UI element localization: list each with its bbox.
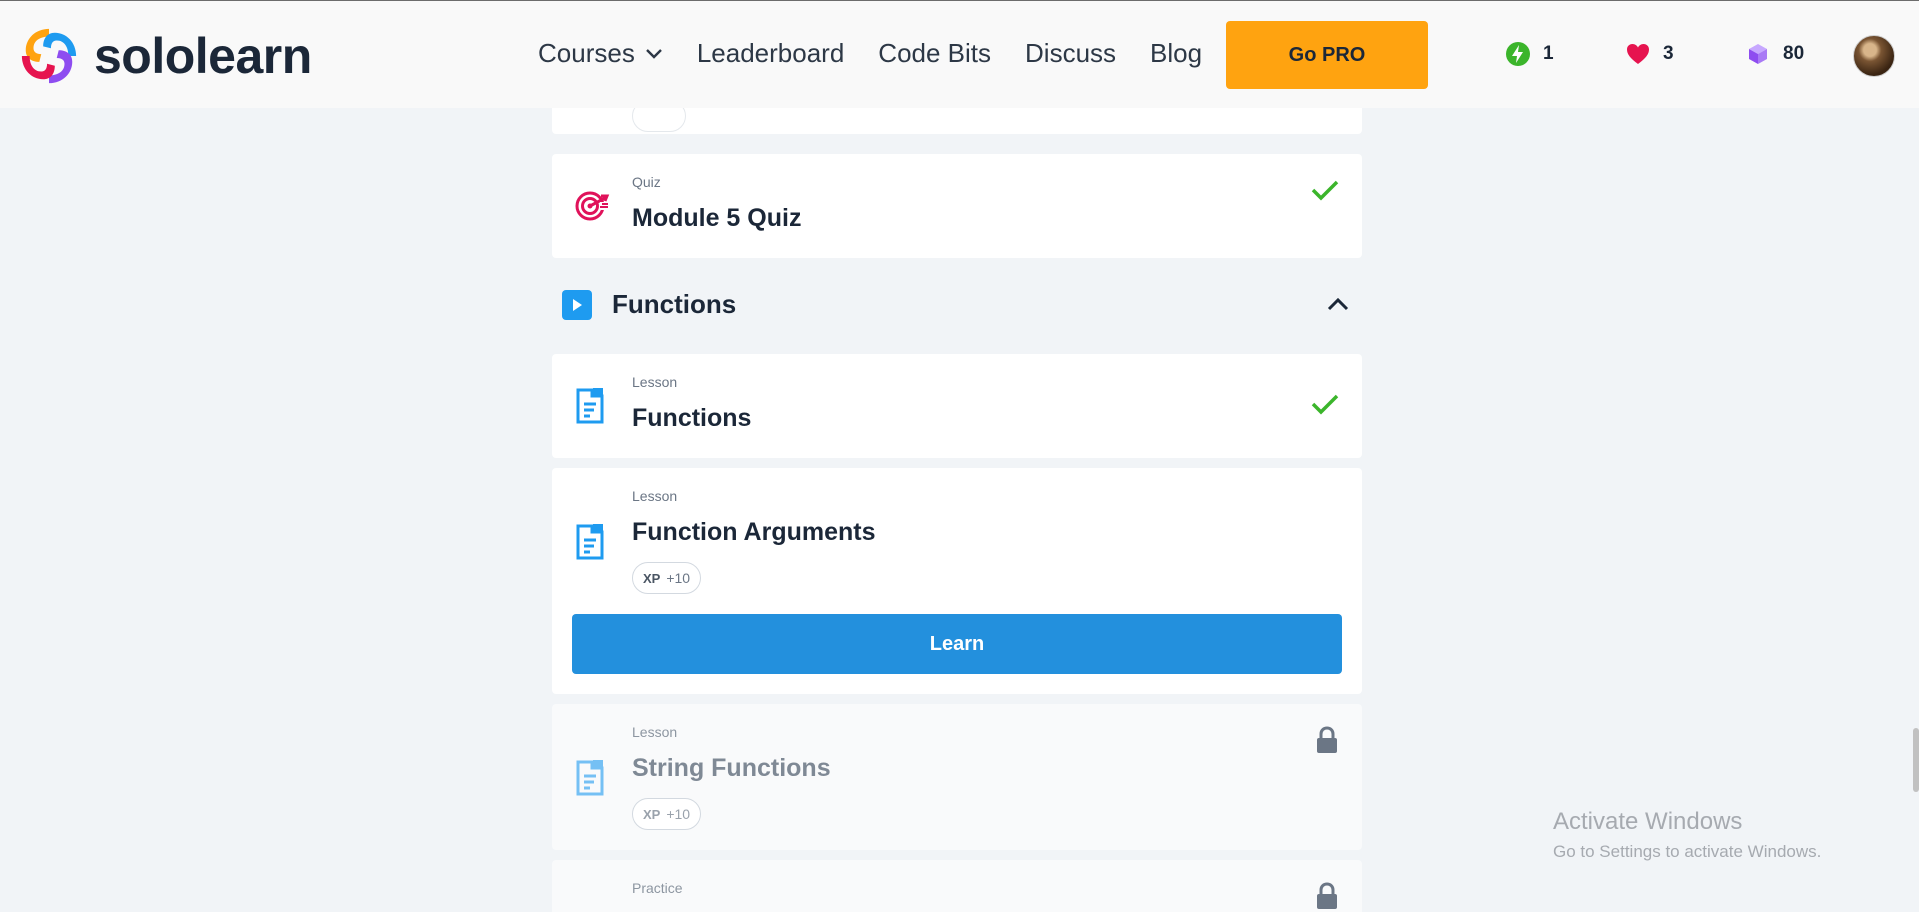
xp-label: XP: [643, 570, 661, 586]
target-icon: [575, 191, 610, 221]
lesson-card[interactable]: Lesson Functions: [552, 354, 1362, 458]
lock-icon: [1317, 882, 1337, 909]
document-icon: [576, 760, 604, 796]
item-kind: Lesson: [632, 724, 678, 740]
bits-count: 80: [1783, 43, 1805, 64]
cube-icon: [1749, 44, 1767, 64]
section-header[interactable]: Functions: [552, 275, 1362, 335]
streak-counter[interactable]: 1: [1505, 41, 1554, 67]
lightning-icon: [1506, 42, 1530, 66]
xp-label: XP: [643, 806, 661, 822]
item-title: Function Arguments: [632, 518, 876, 546]
xp-badge: XP +10: [632, 562, 702, 594]
top-navbar: sololearn Courses Leaderboard Code Bits …: [0, 0, 1919, 108]
nav-courses[interactable]: Courses: [538, 38, 663, 69]
nav-blog[interactable]: Blog: [1150, 38, 1202, 69]
lock-icon: [1317, 726, 1337, 753]
go-pro-button[interactable]: Go PRO: [1226, 21, 1428, 89]
streak-count: 1: [1543, 43, 1554, 64]
page-scrollbar[interactable]: [1913, 728, 1919, 792]
nav-code-bits[interactable]: Code Bits: [878, 38, 991, 69]
chevron-down-icon: [645, 48, 662, 59]
item-kind: Quiz: [632, 174, 661, 190]
checkmark-icon: [1311, 180, 1339, 201]
item-title: String Functions: [632, 754, 831, 782]
nav-discuss[interactable]: Discuss: [1025, 38, 1116, 69]
heart-icon: [1627, 44, 1649, 64]
xp-value: +10: [666, 806, 691, 822]
avatar[interactable]: [1853, 35, 1895, 77]
xp-value: +10: [666, 570, 691, 586]
nav-courses-label: Courses: [538, 38, 635, 68]
brand-name: sololearn: [94, 28, 312, 84]
course-module-list: Quiz Module 5 Quiz Functions Lesson Func…: [552, 0, 1362, 912]
chevron-up-icon[interactable]: [1326, 295, 1350, 313]
hearts-counter[interactable]: 3: [1625, 41, 1674, 67]
locked-practice-card[interactable]: Practice: [552, 860, 1362, 912]
locked-lesson-card[interactable]: Lesson String Functions XP +10: [552, 704, 1362, 850]
logo[interactable]: sololearn: [18, 25, 312, 87]
watermark-title: Activate Windows: [1553, 808, 1743, 835]
item-title: Module 5 Quiz: [632, 204, 802, 232]
quiz-card[interactable]: Quiz Module 5 Quiz: [552, 154, 1362, 258]
checkmark-icon: [1311, 394, 1339, 415]
nav-leaderboard[interactable]: Leaderboard: [697, 38, 844, 69]
section-title: Functions: [612, 289, 737, 319]
windows-activation-watermark: Activate Windows Go to Settings to activ…: [1553, 808, 1821, 862]
item-title: Functions: [632, 404, 752, 432]
learn-button[interactable]: Learn: [572, 614, 1342, 674]
document-icon: [576, 524, 604, 560]
sololearn-logo-icon: [21, 28, 77, 84]
item-kind: Lesson: [632, 374, 678, 390]
current-lesson-card[interactable]: Lesson Function Arguments XP +10 Learn: [552, 468, 1362, 694]
play-icon: [562, 290, 592, 320]
hearts-count: 3: [1663, 43, 1674, 64]
item-kind: Lesson: [632, 488, 678, 504]
item-kind: Practice: [632, 880, 683, 896]
watermark-subtitle: Go to Settings to activate Windows.: [1553, 842, 1822, 861]
document-icon: [576, 388, 604, 424]
xp-badge: XP +10: [632, 798, 702, 830]
main-nav: Courses Leaderboard Code Bits Discuss Bl…: [538, 38, 1236, 69]
bits-counter[interactable]: 80: [1745, 41, 1804, 67]
